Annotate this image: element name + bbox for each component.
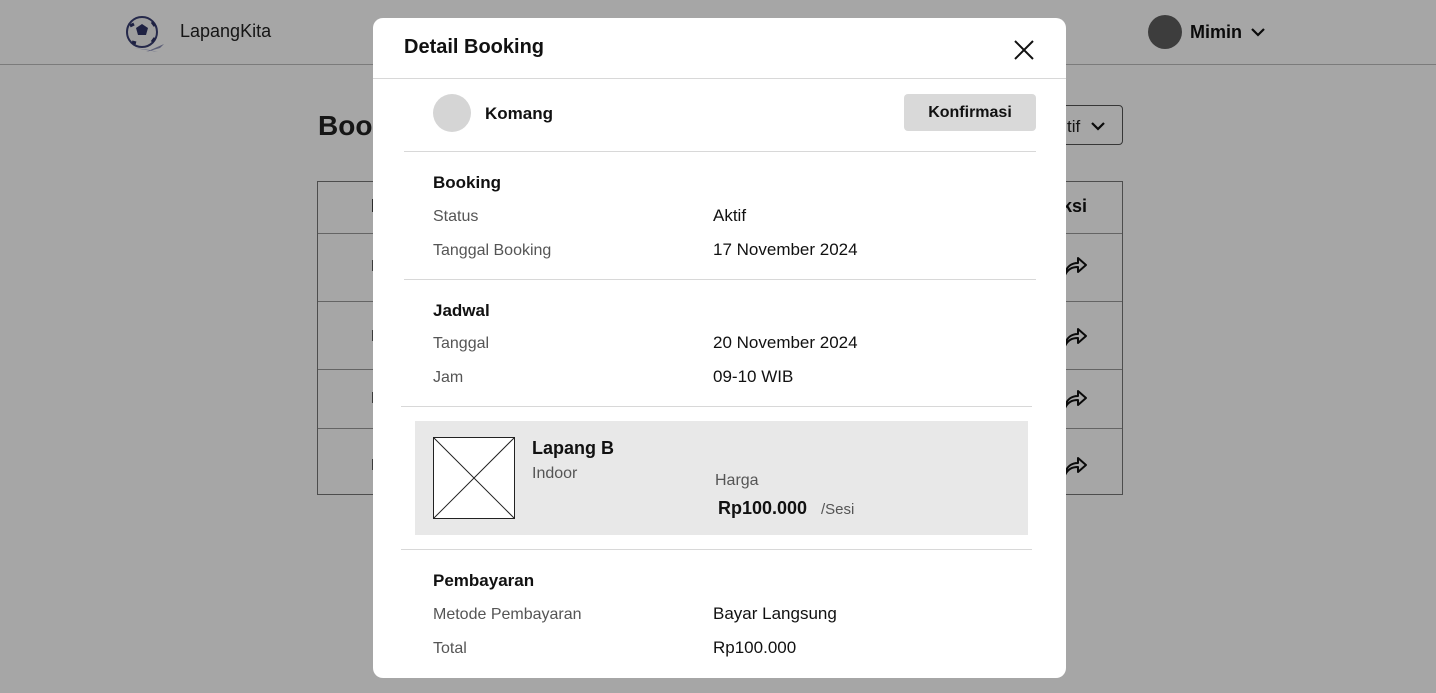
section-divider — [404, 151, 1036, 152]
status-label: Status — [433, 208, 479, 225]
price-unit: /Sesi — [821, 501, 855, 518]
payment-section-title: Pembayaran — [433, 571, 535, 590]
section-divider — [401, 406, 1032, 407]
section-divider — [401, 549, 1032, 550]
price-label: Harga — [715, 472, 759, 489]
booking-section-title: Booking — [433, 173, 501, 192]
section-divider — [404, 279, 1036, 280]
status-value: Aktif — [713, 206, 747, 225]
field-type: Indoor — [532, 465, 578, 482]
schedule-date-value: 20 November 2024 — [713, 333, 858, 352]
modal-title: Detail Booking — [404, 36, 545, 58]
field-card: Lapang B Indoor Harga Rp100.000 /Sesi — [415, 421, 1028, 535]
schedule-time-label: Jam — [433, 369, 464, 386]
customer-avatar — [433, 94, 471, 132]
price-value: Rp100.000 — [718, 498, 808, 518]
schedule-date-label: Tanggal — [433, 335, 490, 352]
field-name: Lapang B — [532, 438, 615, 458]
schedule-section-title: Jadwal — [433, 301, 490, 320]
total-label: Total — [433, 640, 467, 657]
booking-date-value: 17 November 2024 — [713, 240, 858, 259]
customer-name: Komang — [485, 104, 553, 123]
schedule-time-value: 09-10 WIB — [713, 367, 794, 386]
total-value: Rp100.000 — [713, 638, 797, 657]
payment-method-label: Metode Pembayaran — [433, 606, 582, 623]
header-divider — [373, 78, 1066, 79]
payment-method-value: Bayar Langsung — [713, 604, 837, 623]
image-placeholder-icon — [433, 437, 515, 519]
close-icon[interactable] — [1013, 39, 1035, 61]
booking-detail-modal: Detail Booking Komang Konfirmasi Booking… — [373, 18, 1066, 678]
booking-date-label: Tanggal Booking — [433, 242, 552, 259]
confirm-button[interactable]: Konfirmasi — [904, 94, 1036, 131]
